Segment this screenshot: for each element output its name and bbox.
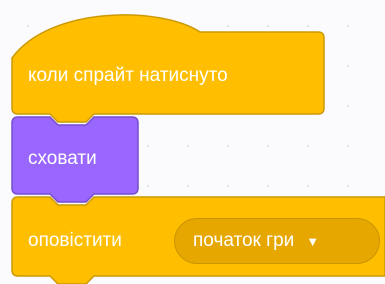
when-sprite-clicked-label: коли спрайт натиснуто <box>28 65 228 86</box>
broadcast-message-dropdown[interactable]: початок гри ▼ <box>174 218 380 264</box>
broadcast-message-value: початок гри <box>193 230 295 251</box>
dropdown-arrow-icon: ▼ <box>306 233 320 249</box>
broadcast-label: оповістити <box>28 230 122 251</box>
hide-label: сховати <box>28 148 97 169</box>
